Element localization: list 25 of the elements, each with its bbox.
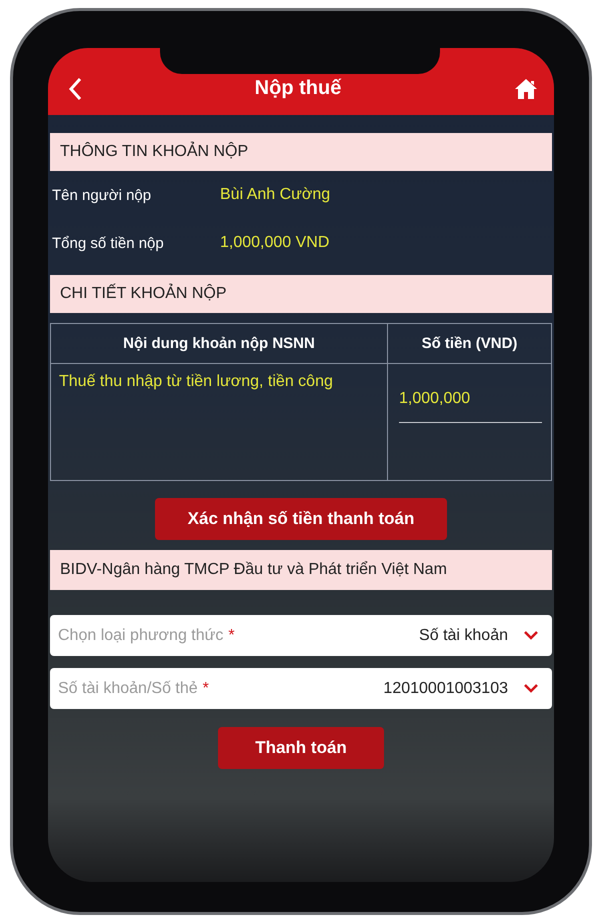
dropdown-field[interactable]: Số tài khoản/Số thẻ * 12010001003103	[50, 668, 552, 709]
required-mark: *	[202, 680, 209, 698]
column-header: Nội dung khoản nộp NSNN	[50, 324, 388, 364]
screen-title: Nộp thuế	[254, 77, 342, 100]
field-value: Bùi Anh Cường	[220, 186, 330, 204]
field-value: Số tài khoản	[419, 626, 508, 644]
table-cell: Thuế thu nhập từ tiền lương, tiền công	[50, 364, 388, 480]
required-mark: *	[228, 626, 235, 644]
column-header: Số tiền (VND)	[388, 324, 552, 364]
field-value: 12010001003103	[383, 680, 508, 698]
field-placeholder: Chọn loại phương thức	[58, 626, 224, 644]
dropdown-field[interactable]: Chọn loại phương thức * Số tài khoản	[50, 615, 552, 656]
back-icon[interactable]	[68, 76, 82, 100]
bank-name-header: BIDV-Ngân hàng TMCP Đầu tư và Phát triển Việt Nam	[50, 550, 552, 590]
field-label: Tên người nộp	[51, 186, 152, 204]
chevron-down-icon	[524, 684, 538, 693]
confirm-amount-button[interactable]: Xác nhận số tiền thanh toán	[155, 498, 447, 540]
section-header: CHI TIẾT KHOẢN NỘP	[50, 275, 552, 313]
field-label: Tổng số tiền nộp	[51, 234, 165, 252]
section-header: THÔNG TIN KHOẢN NỘP	[50, 133, 552, 171]
field-placeholder: Số tài khoản/Số thẻ	[58, 680, 198, 698]
pay-button[interactable]: Thanh toán	[218, 727, 384, 769]
field-value: 1,000,000 VND	[220, 234, 330, 252]
home-icon[interactable]	[514, 78, 538, 100]
chevron-down-icon	[524, 631, 538, 640]
